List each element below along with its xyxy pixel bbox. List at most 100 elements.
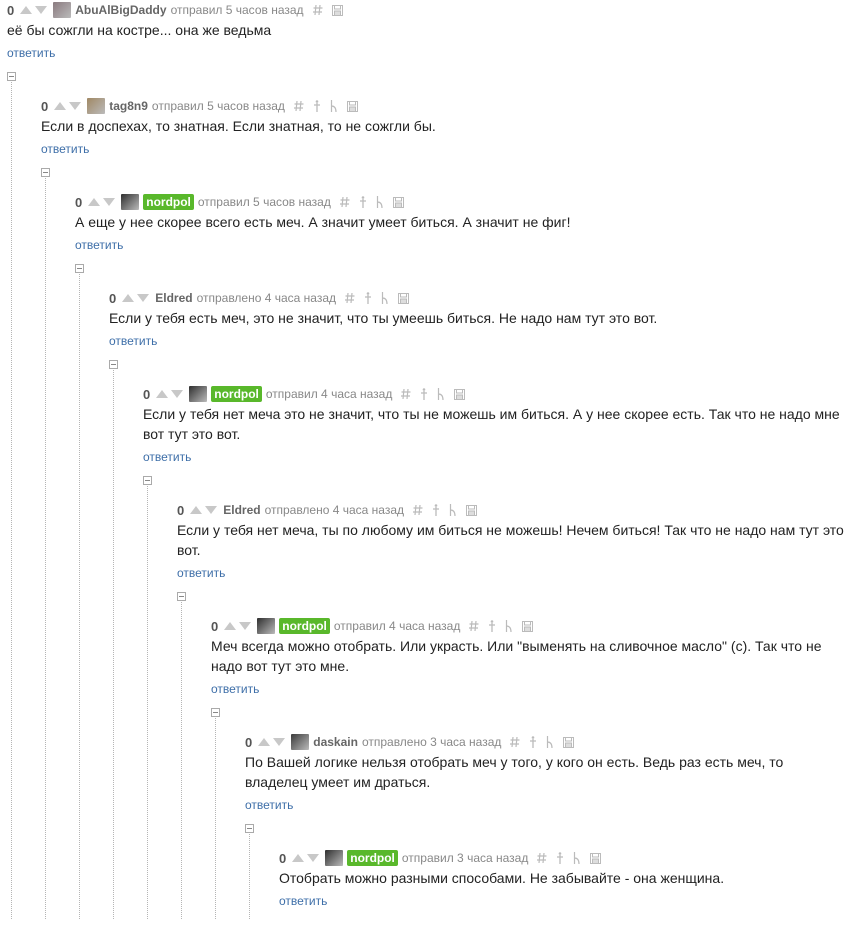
thread-line	[79, 274, 80, 919]
vote-up-icon[interactable]	[122, 294, 135, 302]
comment-rating: 0	[177, 502, 185, 518]
branch-icon[interactable]	[381, 292, 389, 304]
hash-icon[interactable]	[339, 196, 350, 208]
dagger-icon[interactable]	[313, 99, 321, 113]
save-icon[interactable]	[590, 852, 602, 864]
branch-icon[interactable]	[449, 504, 457, 516]
comment-author[interactable]: nordpol	[211, 386, 262, 402]
comment: 0 nordpol отправил 5 часов назад А еще у не…	[75, 192, 848, 260]
comment-author[interactable]: nordpol	[347, 850, 398, 866]
avatar[interactable]	[53, 2, 72, 18]
avatar[interactable]	[291, 734, 310, 750]
collapse-toggle[interactable]	[245, 824, 254, 833]
hash-icon[interactable]	[312, 4, 323, 16]
comment-author[interactable]: daskain	[313, 735, 358, 749]
vote-up-icon[interactable]	[88, 198, 101, 206]
reply-link[interactable]: ответить	[279, 894, 327, 908]
avatar[interactable]	[189, 386, 208, 402]
comment: 0 tag8n9 отправил 5 часов назад Если в досп…	[41, 96, 848, 164]
save-icon[interactable]	[331, 4, 343, 16]
comment-rating: 0	[143, 386, 151, 402]
vote-down-icon[interactable]	[137, 294, 150, 302]
collapse-toggle[interactable]	[7, 72, 16, 81]
hash-icon[interactable]	[345, 292, 355, 304]
dagger-icon[interactable]	[432, 503, 440, 517]
reply-link[interactable]: ответить	[75, 238, 123, 252]
vote-up-icon[interactable]	[190, 506, 203, 514]
save-icon[interactable]	[563, 736, 575, 748]
dagger-icon[interactable]	[359, 195, 367, 209]
reply-link[interactable]: ответить	[109, 334, 157, 348]
comment-text: Если у тебя есть меч, это не значит, что…	[109, 310, 658, 326]
comment-rating: 0	[109, 290, 117, 306]
vote-up-icon[interactable]	[258, 738, 271, 746]
vote-up-icon[interactable]	[292, 854, 305, 862]
branch-icon[interactable]	[546, 736, 554, 748]
reply-link[interactable]: ответить	[245, 798, 293, 812]
avatar[interactable]	[121, 194, 140, 210]
branch-icon[interactable]	[376, 196, 384, 208]
hash-icon[interactable]	[413, 504, 423, 516]
vote-down-icon[interactable]	[69, 102, 82, 110]
collapse-toggle[interactable]	[143, 476, 152, 485]
vote-down-icon[interactable]	[35, 6, 48, 14]
save-icon[interactable]	[346, 100, 358, 112]
dagger-icon[interactable]	[556, 851, 564, 865]
save-icon[interactable]	[454, 388, 466, 400]
comment-thread: 0 AbuAlBigDaddy отправил 5 часов назад её б…	[0, 0, 862, 925]
comment-author[interactable]: Eldred	[223, 503, 260, 517]
vote-down-icon[interactable]	[205, 506, 218, 514]
comment-timestamp: отправлено 3 часа назад	[361, 735, 502, 749]
branch-icon[interactable]	[505, 620, 513, 632]
vote-up-icon[interactable]	[54, 102, 67, 110]
vote-up-icon[interactable]	[156, 390, 169, 398]
hash-icon[interactable]	[401, 388, 411, 400]
hash-icon[interactable]	[510, 736, 520, 748]
save-icon[interactable]	[392, 196, 404, 208]
comment-header: 0 nordpol отправил 5 часов назад	[75, 192, 404, 212]
avatar[interactable]	[257, 618, 276, 634]
hash-icon[interactable]	[293, 100, 304, 112]
comment: 0 daskain отправлено 3 часа назад По Вашей …	[245, 732, 848, 820]
comment-author[interactable]: nordpol	[143, 194, 194, 210]
collapse-toggle[interactable]	[177, 592, 186, 601]
collapse-toggle[interactable]	[109, 360, 118, 369]
reply-link[interactable]: ответить	[143, 450, 191, 464]
branch-icon[interactable]	[330, 100, 338, 112]
collapse-toggle[interactable]	[75, 264, 84, 273]
save-icon[interactable]	[398, 292, 410, 304]
hash-icon[interactable]	[537, 852, 547, 864]
dagger-icon[interactable]	[364, 291, 372, 305]
reply-link[interactable]: ответить	[41, 142, 89, 156]
comment-author[interactable]: AbuAlBigDaddy	[75, 3, 166, 17]
save-icon[interactable]	[466, 504, 478, 516]
comment-text: Если в доспехах, то знатная. Если знатна…	[41, 118, 436, 134]
reply-link[interactable]: ответить	[7, 46, 55, 60]
vote-up-icon[interactable]	[20, 6, 33, 14]
save-icon[interactable]	[522, 620, 534, 632]
branch-icon[interactable]	[573, 852, 581, 864]
thread-line	[113, 370, 114, 919]
vote-down-icon[interactable]	[307, 854, 320, 862]
comment-author[interactable]: nordpol	[279, 618, 330, 634]
collapse-toggle[interactable]	[211, 708, 220, 717]
vote-up-icon[interactable]	[224, 622, 237, 630]
comment-text: её бы сожгли на костре... она же ведьма	[7, 22, 272, 38]
vote-down-icon[interactable]	[239, 622, 252, 630]
comment-timestamp: отправлено 4 часа назад	[196, 291, 337, 305]
dagger-icon[interactable]	[529, 735, 537, 749]
vote-down-icon[interactable]	[103, 198, 116, 206]
comment-author[interactable]: tag8n9	[109, 99, 148, 113]
avatar[interactable]	[325, 850, 344, 866]
dagger-icon[interactable]	[420, 387, 428, 401]
vote-down-icon[interactable]	[171, 390, 184, 398]
branch-icon[interactable]	[437, 388, 445, 400]
hash-icon[interactable]	[469, 620, 479, 632]
dagger-icon[interactable]	[488, 619, 496, 633]
reply-link[interactable]: ответить	[177, 566, 225, 580]
vote-down-icon[interactable]	[273, 738, 286, 746]
comment-author[interactable]: Eldred	[155, 291, 192, 305]
reply-link[interactable]: ответить	[211, 682, 259, 696]
collapse-toggle[interactable]	[41, 168, 50, 177]
avatar[interactable]	[87, 98, 106, 114]
